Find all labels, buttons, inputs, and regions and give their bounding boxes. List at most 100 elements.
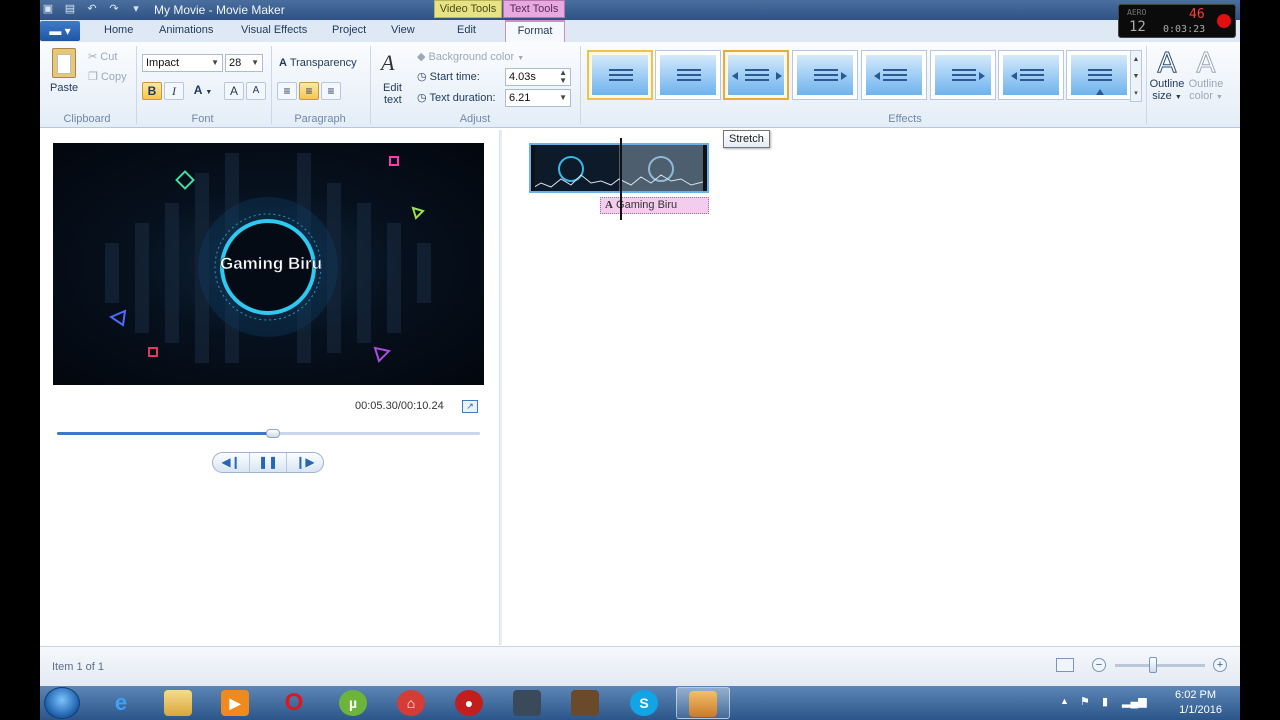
tab-home[interactable]: Home <box>104 24 133 36</box>
outline-size-label-line2: size ▼ <box>1152 90 1182 102</box>
align-right-button[interactable]: ≡ <box>321 82 341 100</box>
redo-icon[interactable]: ↷ <box>106 2 122 17</box>
taskbar-media-player[interactable]: ▶ <box>209 687 263 719</box>
tab-visual-effects[interactable]: Visual Effects <box>241 24 307 36</box>
zoom-slider-thumb[interactable] <box>1149 657 1157 673</box>
taskbar-opera[interactable]: O <box>268 687 322 719</box>
effect-lines-center[interactable] <box>655 50 721 100</box>
outline-size-button[interactable]: A Outline size ▼ <box>1148 47 1186 108</box>
effect-fly-left[interactable] <box>792 50 858 100</box>
bold-button[interactable]: B <box>142 82 162 100</box>
taskbar-explorer[interactable] <box>152 687 206 719</box>
effect-thumbnail <box>592 55 648 95</box>
effect-thumbnail <box>797 55 853 95</box>
battery-icon[interactable]: ▮ <box>1102 695 1108 708</box>
caption-item[interactable]: A Gaming Biru <box>600 197 709 214</box>
effect-lines-center[interactable] <box>587 50 653 100</box>
effect-rise[interactable] <box>1066 50 1132 100</box>
tab-format[interactable]: Format <box>505 20 565 44</box>
tab-view[interactable]: View <box>391 24 415 36</box>
paste-label: Paste <box>50 82 79 94</box>
storyboard-view-icon[interactable] <box>1056 658 1074 672</box>
seek-bar-thumb[interactable] <box>266 429 280 438</box>
effects-gallery-scroll[interactable]: ▲ ▼ ▾ <box>1130 50 1142 102</box>
taskbar-game-1[interactable] <box>501 687 555 719</box>
effect-slide-left[interactable] <box>930 50 996 100</box>
taskbar-game-2[interactable] <box>559 687 613 719</box>
font-family-select[interactable]: Impact ▼ <box>142 54 223 72</box>
taskbar-ie[interactable]: e <box>95 687 149 719</box>
app-icon[interactable]: ▣ <box>40 2 56 17</box>
edit-text-button[interactable]: A Edit text <box>377 48 409 108</box>
chevron-down-icon: ▼ <box>211 58 219 67</box>
caption-icon: A <box>605 199 613 211</box>
save-icon[interactable]: ▤ <box>62 2 78 17</box>
start-button[interactable] <box>44 687 80 719</box>
chevron-down-icon[interactable]: ▼ <box>1131 68 1141 85</box>
action-center-icon[interactable]: ⚑ <box>1080 695 1090 708</box>
taskbar-skype[interactable]: S <box>618 687 672 719</box>
background-color-button[interactable]: ◆ Background color ▼ <box>417 50 524 63</box>
paragraph-group-label: Paragraph <box>294 113 346 125</box>
title-bar: ▣ ▤ ↶ ↷ ▾ My Movie - Movie Maker Video T… <box>40 0 1240 20</box>
clock-time[interactable]: 6:02 PM <box>1175 689 1216 701</box>
taskbar-utorrent[interactable]: µ <box>327 687 381 719</box>
tab-edit[interactable]: Edit <box>457 24 476 36</box>
font-color-button[interactable]: A ▼ <box>188 82 218 100</box>
font-size-select[interactable]: 28 ▼ <box>225 54 263 72</box>
fullscreen-preview-button[interactable]: ↗ <box>462 400 478 413</box>
align-left-button[interactable]: ≡ <box>277 82 297 100</box>
plus-icon: + <box>1216 659 1224 671</box>
cut-button[interactable]: ✂ Cut <box>88 50 117 63</box>
paste-button[interactable]: Paste <box>48 46 78 96</box>
taskbar-movie-maker[interactable] <box>676 687 730 719</box>
fraps-overlay: AERO 12 46 0:03:23 <box>1118 4 1236 38</box>
outline-color-label-line2: color ▼ <box>1189 90 1223 102</box>
taskbar-app-game[interactable]: ● <box>443 687 497 719</box>
clipboard-group-label: Clipboard <box>63 113 111 125</box>
zoom-out-button[interactable]: − <box>1092 658 1106 672</box>
effect-slide-right[interactable] <box>998 50 1064 100</box>
tab-project[interactable]: Project <box>332 24 366 36</box>
shrink-font-button[interactable]: A <box>246 82 266 100</box>
start-time-input[interactable]: 4.03s ▲ ▼ <box>505 68 571 86</box>
next-frame-button[interactable]: ❙▶ <box>287 453 323 472</box>
video-preview[interactable]: Gaming Biru <box>53 143 484 385</box>
preview-scene: Gaming Biru <box>105 153 431 363</box>
zoom-in-button[interactable]: + <box>1213 658 1227 672</box>
ribbon: Paste ✂ Cut ❐ Copy Clipboard Impact ▼ 28… <box>40 42 1240 128</box>
copy-button[interactable]: ❐ Copy <box>88 70 127 83</box>
align-center-button[interactable]: ≡ <box>299 82 319 100</box>
undo-icon[interactable]: ↶ <box>84 2 100 17</box>
zoom-slider[interactable] <box>1115 664 1205 667</box>
green-diamond-shape <box>175 170 195 190</box>
pause-button[interactable]: ❚❚ <box>250 453 287 472</box>
storyboard-playhead[interactable] <box>620 138 622 220</box>
gallery-more-icon[interactable]: ▾ <box>1131 85 1141 102</box>
spinner-icon[interactable]: ▲ ▼ <box>559 69 567 85</box>
network-icon[interactable]: ▂▄▆ <box>1122 695 1147 708</box>
clock-date[interactable]: 1/1/2016 <box>1179 704 1222 716</box>
taskbar-app-red[interactable]: ⌂ <box>385 687 439 719</box>
tray-expand-icon[interactable]: ▲ <box>1060 696 1069 706</box>
grow-font-button[interactable]: A <box>224 82 244 100</box>
stopwatch-icon: ◷ <box>417 92 427 104</box>
customize-qat-icon[interactable]: ▾ <box>128 2 144 17</box>
effect-fly-right[interactable] <box>861 50 927 100</box>
effect-stretch[interactable] <box>723 50 789 100</box>
transparency-button[interactable]: A Transparency <box>279 57 357 69</box>
outline-color-button[interactable]: A Outline color ▼ <box>1186 47 1226 108</box>
cut-label: Cut <box>100 51 118 63</box>
application-menu-button[interactable]: ▬ ▾ <box>40 21 80 41</box>
previous-frame-button[interactable]: ◀❙ <box>213 453 250 472</box>
movie-maker-window: ▣ ▤ ↶ ↷ ▾ My Movie - Movie Maker Video T… <box>40 0 1240 686</box>
tab-animations[interactable]: Animations <box>159 24 213 36</box>
italic-button[interactable]: I <box>164 82 184 100</box>
pane-splitter[interactable] <box>499 130 502 645</box>
chevron-up-icon[interactable]: ▲ <box>1131 51 1141 68</box>
effect-thumbnail <box>1003 55 1059 95</box>
video-clip-thumbnail[interactable] <box>529 143 709 193</box>
skype-icon: S <box>630 690 658 716</box>
text-duration-label-wrap: ◷ Text duration: <box>417 91 496 104</box>
text-duration-select[interactable]: 6.21 ▼ <box>505 89 571 107</box>
